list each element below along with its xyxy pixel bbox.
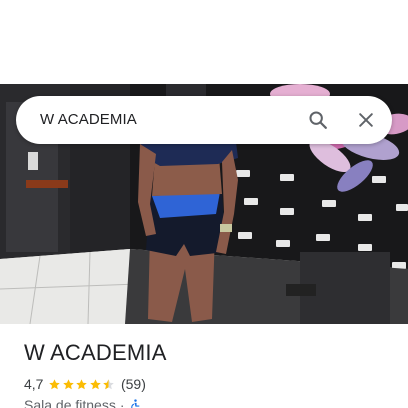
review-count[interactable]: (59) <box>121 376 146 392</box>
separator: · <box>119 397 125 408</box>
category-row: Sala de fitness · <box>24 396 142 408</box>
map-place-screen: W ACADEMIA W ACADEMIA 4,7 (59) Sala de f… <box>0 0 408 408</box>
accessible-icon <box>130 399 139 408</box>
place-title: W ACADEMIA <box>24 340 167 365</box>
star-full-icon <box>90 378 101 389</box>
clear-search-button[interactable] <box>346 100 386 140</box>
star-full-icon <box>76 378 88 389</box>
search-input[interactable]: W ACADEMIA <box>40 96 137 144</box>
star-full-icon <box>49 378 61 389</box>
place-category: Sala de fitness <box>24 397 116 408</box>
star-rating <box>48 378 116 391</box>
rating-row[interactable]: 4,7 (59) <box>24 375 146 393</box>
search-bar[interactable]: W ACADEMIA <box>16 96 392 144</box>
rating-value: 4,7 <box>24 376 44 392</box>
star-full-icon <box>63 378 74 389</box>
star-half-icon <box>103 378 115 389</box>
search-button[interactable] <box>298 100 338 140</box>
search-icon <box>309 111 327 129</box>
close-icon <box>359 113 373 127</box>
